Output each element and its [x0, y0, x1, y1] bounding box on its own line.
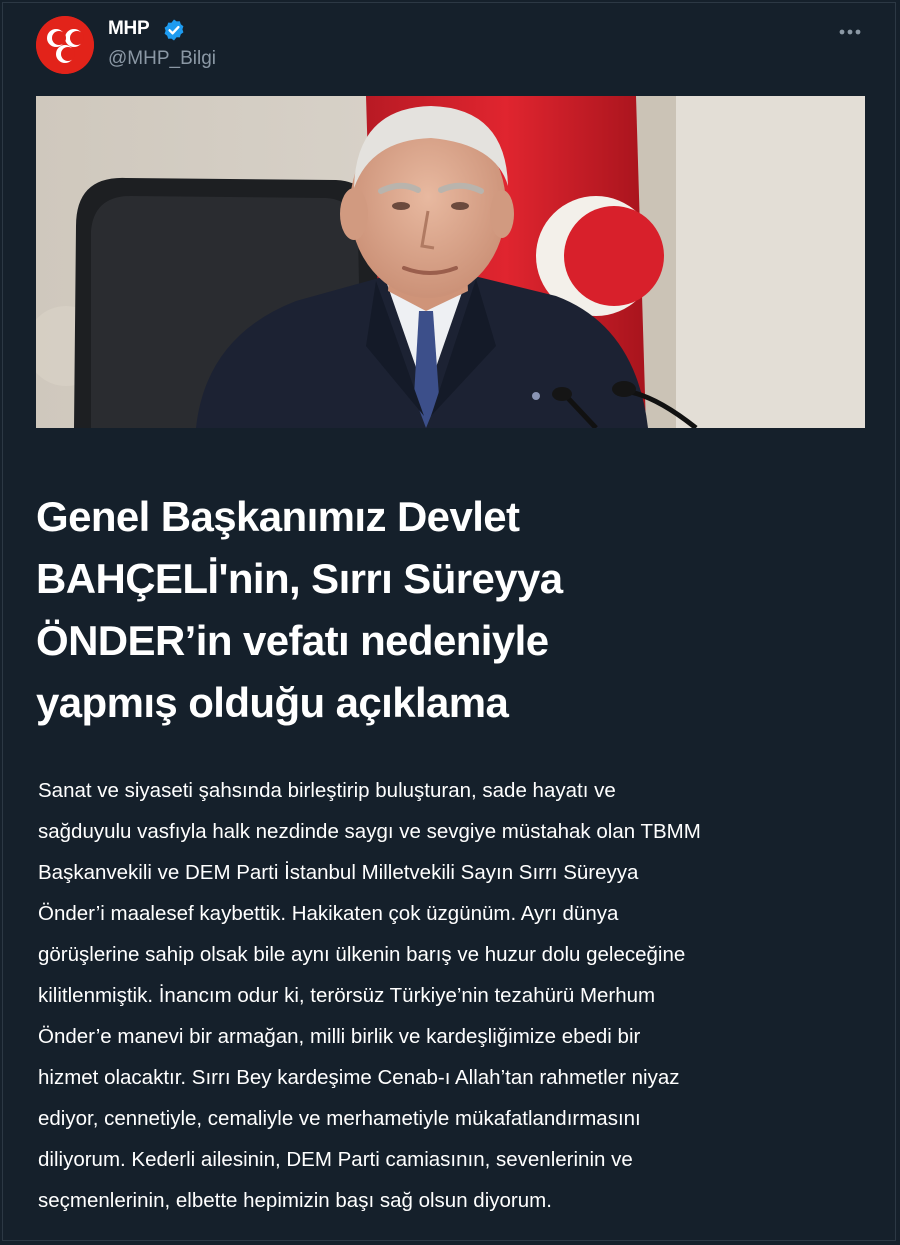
post-image[interactable]: [36, 96, 865, 428]
body-line: görüşlerine sahip olsak bile aynı ülkeni…: [38, 943, 686, 966]
body-line: Sanat ve siyaseti şahsında birleştirip b…: [38, 779, 616, 802]
headline-line: BAHÇELİ'nin, Sırrı Süreyya: [36, 555, 563, 602]
mhp-logo-icon: [36, 16, 94, 74]
headline-line: yapmış olduğu açıklama: [36, 679, 509, 726]
body-line: Başkanvekili ve DEM Parti İstanbul Mille…: [38, 861, 639, 884]
display-name[interactable]: MHP: [108, 18, 150, 40]
user-handle[interactable]: @MHP_Bilgi: [108, 48, 216, 70]
more-horizontal-icon[interactable]: [834, 22, 866, 42]
body-line: kilitlenmiştik. İnancım odur ki, terörsü…: [38, 984, 656, 1007]
body-line: diliyorum. Kederli ailesinin, DEM Parti …: [38, 1148, 633, 1171]
post-headline: Genel Başkanımız Devlet BAHÇELİ'nin, Sır…: [36, 486, 876, 734]
post-body-text: Sanat ve siyaseti şahsında birleştirip b…: [38, 770, 878, 1221]
body-line: ediyor, cennetiyle, cemaliyle ve merhame…: [38, 1107, 641, 1130]
avatar[interactable]: [36, 16, 94, 74]
body-line: Önder’e manevi bir armağan, milli birlik…: [38, 1025, 641, 1048]
body-line: Önder’i maalesef kaybettik. Hakikaten ço…: [38, 902, 619, 925]
body-line: sağduyulu vasfıyla halk nezdinde saygı v…: [38, 820, 701, 843]
verified-badge-icon: [164, 19, 184, 41]
body-line: hizmet olacaktır. Sırrı Bey kardeşime Ce…: [38, 1066, 680, 1089]
headline-line: Genel Başkanımız Devlet: [36, 493, 520, 540]
headline-line: ÖNDER’in vefatı nedeniyle: [36, 617, 549, 664]
speaker-at-podium-photo: [36, 96, 865, 428]
body-line: seçmenlerinin, elbette hepimizin başı sa…: [38, 1189, 552, 1212]
